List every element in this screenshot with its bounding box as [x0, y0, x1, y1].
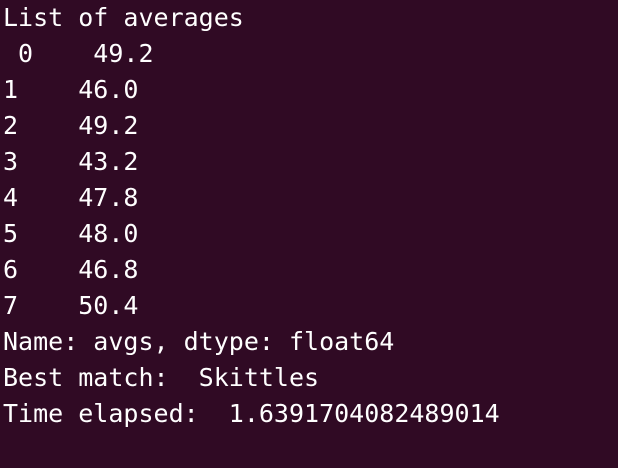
terminal-line-series-row: 7 50.4 — [3, 291, 139, 320]
terminal-line-series-row: 3 43.2 — [3, 147, 139, 176]
terminal-line-series-meta: Name: avgs, dtype: float64 — [3, 327, 395, 356]
terminal-line-series-row: 2 49.2 — [3, 111, 139, 140]
terminal-line-series-row: 4 47.8 — [3, 183, 139, 212]
terminal-line-best-match: Best match: Skittles — [3, 363, 320, 392]
terminal-line-header: List of averages — [3, 3, 244, 32]
terminal-output[interactable]: List of averages 0 49.2 1 46.0 2 49.2 3 … — [0, 0, 618, 429]
terminal-line-series-row: 1 46.0 — [3, 75, 139, 104]
terminal-line-time-elapsed: Time elapsed: 1.6391704082489014 — [3, 399, 500, 428]
terminal-line-series-row: 5 48.0 — [3, 219, 139, 248]
terminal-line-series-row: 0 49.2 — [3, 39, 154, 68]
terminal-line-series-row: 6 46.8 — [3, 255, 139, 284]
